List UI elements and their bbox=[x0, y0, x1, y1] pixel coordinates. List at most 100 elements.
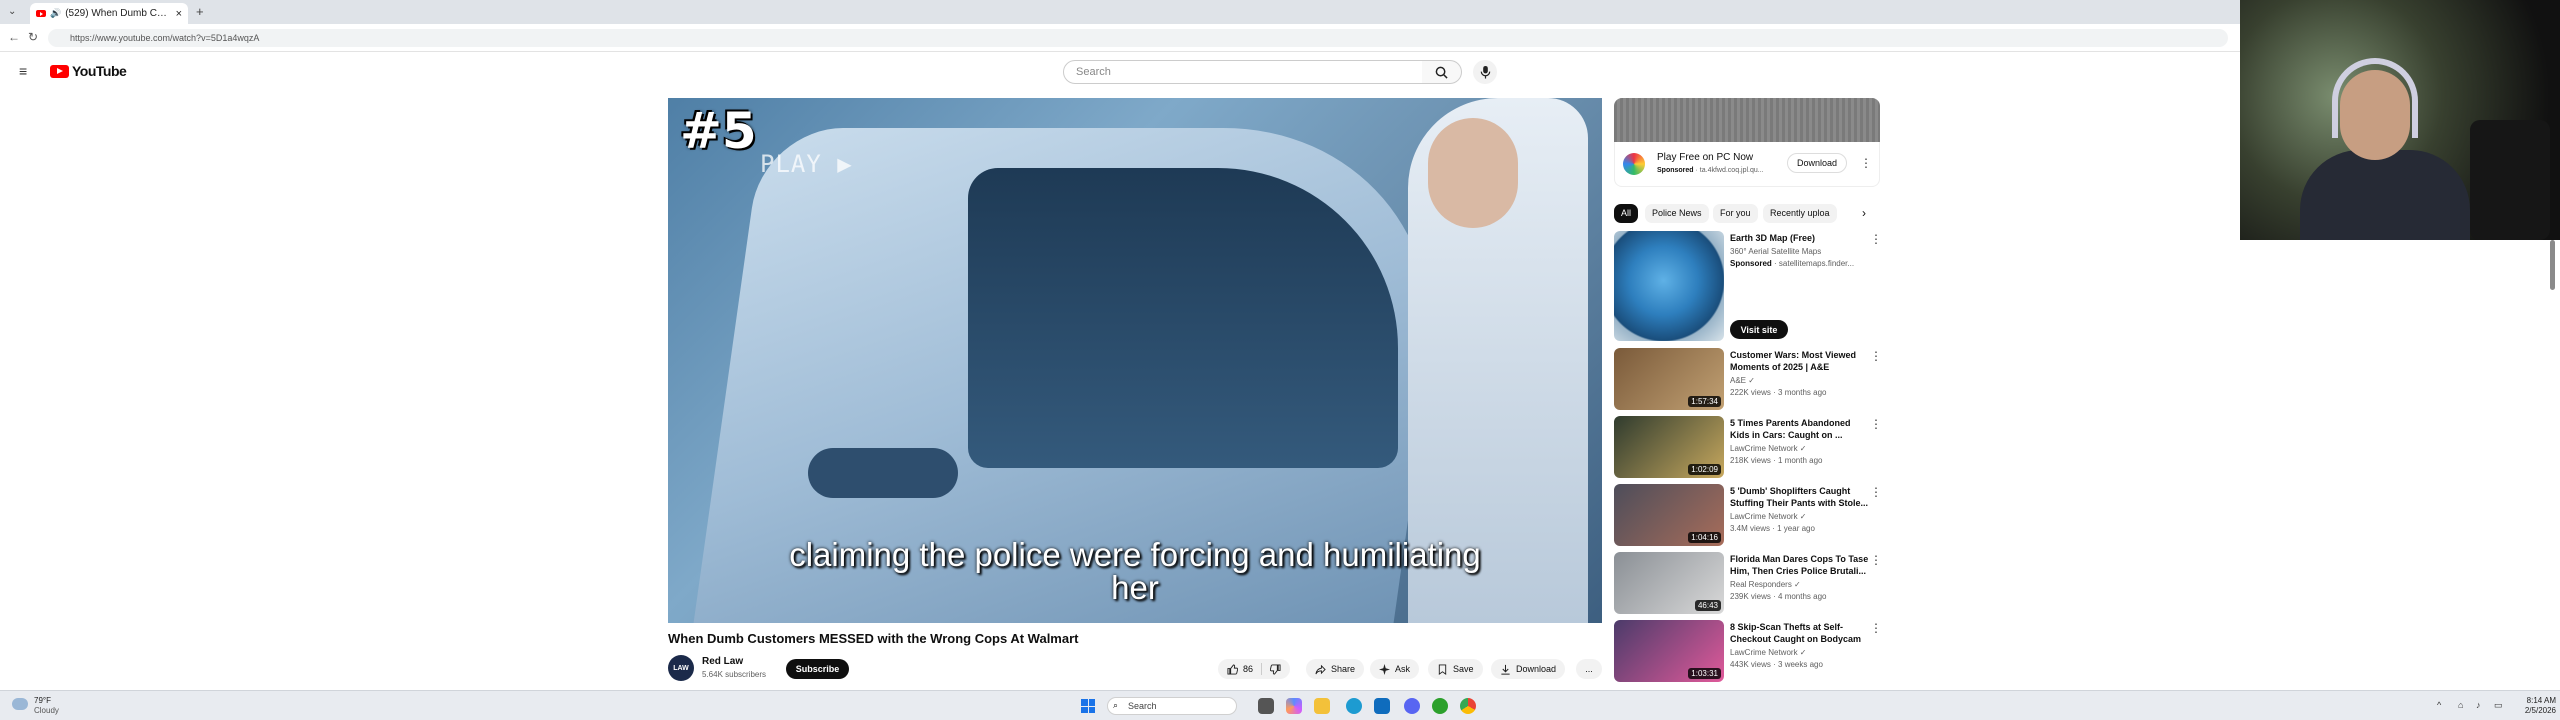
video-title-link[interactable]: Customer Wars: Most Viewed Moments of 20… bbox=[1730, 349, 1870, 373]
ad-app-icon bbox=[1623, 153, 1645, 175]
reload-icon[interactable]: ↻ bbox=[28, 30, 38, 44]
video-more-icon[interactable]: ⋮ bbox=[1870, 486, 1882, 498]
sponsored-recommendation[interactable]: Earth 3D Map (Free) 360° Aerial Satellit… bbox=[1614, 231, 1882, 343]
chip-for-you[interactable]: For you bbox=[1713, 204, 1758, 223]
share-button[interactable]: Share bbox=[1306, 659, 1365, 679]
video-duration: 1:57:34 bbox=[1688, 396, 1721, 407]
video-title-link[interactable]: 8 Skip-Scan Thefts at Self-Checkout Caug… bbox=[1730, 621, 1870, 645]
youtube-logo[interactable]: YouTube bbox=[50, 63, 127, 79]
back-icon[interactable]: ← bbox=[8, 30, 20, 44]
more-actions-button[interactable]: ... bbox=[1576, 659, 1602, 679]
video-more-icon[interactable]: ⋮ bbox=[1870, 622, 1882, 634]
video-title-link[interactable]: 5 Times Parents Abandoned Kids in Cars: … bbox=[1730, 417, 1870, 441]
ad-download-button[interactable]: Download bbox=[1787, 153, 1847, 173]
task-view-icon[interactable] bbox=[1258, 698, 1274, 714]
video-meta: 222K views · 3 months ago bbox=[1730, 388, 1827, 397]
video-title-link[interactable]: 5 'Dumb' Shoplifters Caught Stuffing The… bbox=[1730, 485, 1870, 509]
recommended-video[interactable]: 1:02:09 5 Times Parents Abandoned Kids in… bbox=[1614, 416, 1882, 482]
close-tab-icon[interactable]: × bbox=[176, 8, 182, 20]
video-rank-badge: #5 bbox=[680, 102, 757, 160]
browser-tab-bar: ⌄ 🔊 (529) When Dumb Customers... × + bbox=[0, 0, 2560, 24]
search-button[interactable] bbox=[1422, 60, 1462, 84]
cloud-icon[interactable] bbox=[12, 698, 28, 710]
divider bbox=[1261, 663, 1263, 675]
edge-browser-icon[interactable] bbox=[1346, 698, 1362, 714]
video-frame-window bbox=[968, 168, 1398, 468]
hamburger-menu-icon[interactable]: ≡ bbox=[19, 63, 27, 79]
ask-button[interactable]: Ask bbox=[1370, 659, 1420, 679]
sparkle-icon bbox=[1379, 663, 1390, 675]
recommended-video[interactable]: 1:57:34 Customer Wars: Most Viewed Moment… bbox=[1614, 348, 1882, 414]
like-button[interactable]: 86 bbox=[1218, 659, 1291, 679]
voice-search-button[interactable] bbox=[1473, 60, 1497, 84]
video-meta: 3.4M views · 1 year ago bbox=[1730, 524, 1815, 533]
webcam-chair bbox=[2470, 120, 2550, 240]
search-input[interactable]: Search bbox=[1063, 60, 1423, 84]
battery-icon[interactable]: ▭ bbox=[2494, 700, 2504, 710]
file-explorer-icon[interactable] bbox=[1314, 698, 1330, 714]
video-thumbnail[interactable]: 46:43 bbox=[1614, 552, 1724, 614]
video-more-icon[interactable]: ⋮ bbox=[1870, 554, 1882, 566]
chevron-right-icon[interactable]: › bbox=[1862, 206, 1866, 220]
download-button[interactable]: Download bbox=[1491, 659, 1566, 679]
rec-ad-more-icon[interactable]: ⋮ bbox=[1870, 233, 1882, 245]
caption-line: her bbox=[1111, 569, 1159, 606]
taskbar-search-input[interactable]: Search bbox=[1107, 697, 1237, 715]
ad-more-icon[interactable]: ⋮ bbox=[1860, 157, 1872, 169]
chip-recently-uploaded[interactable]: Recently uploa bbox=[1763, 204, 1837, 223]
channel-avatar[interactable]: LAW bbox=[668, 655, 694, 681]
recommended-video[interactable]: 46:43 Florida Man Dares Cops To Tase Him,… bbox=[1614, 552, 1882, 618]
windows-start-icon[interactable] bbox=[1081, 699, 1095, 713]
video-more-icon[interactable]: ⋮ bbox=[1870, 350, 1882, 362]
video-channel[interactable]: LawCrime Network ✓ bbox=[1730, 444, 1807, 453]
video-channel[interactable]: LawCrime Network ✓ bbox=[1730, 648, 1807, 657]
volume-icon[interactable]: ♪ bbox=[2476, 700, 2486, 710]
subscribe-button[interactable]: Subscribe bbox=[786, 659, 849, 679]
address-bar[interactable]: https://www.youtube.com/watch?v=5D1a4wqz… bbox=[48, 29, 2228, 47]
video-meta: 443K views · 3 weeks ago bbox=[1730, 660, 1823, 669]
clock-time[interactable]: 8:14 AM bbox=[2516, 696, 2556, 705]
chrome-icon[interactable] bbox=[1460, 698, 1476, 714]
video-thumbnail[interactable]: 1:03:31 bbox=[1614, 620, 1724, 682]
thumbs-down-icon[interactable] bbox=[1270, 663, 1281, 675]
copilot-icon[interactable] bbox=[1286, 698, 1302, 714]
rec-ad-domain: · satellitemaps.finder... bbox=[1774, 259, 1855, 268]
xbox-icon[interactable] bbox=[1432, 698, 1448, 714]
recommended-video[interactable]: 1:03:31 8 Skip-Scan Thefts at Self-Checko… bbox=[1614, 620, 1882, 686]
video-thumbnail[interactable]: 1:02:09 bbox=[1614, 416, 1724, 478]
chip-all[interactable]: All bbox=[1614, 204, 1639, 223]
video-channel[interactable]: A&E ✓ bbox=[1730, 376, 1755, 385]
weather-temperature[interactable]: 79°F bbox=[34, 696, 51, 705]
browser-toolbar: ← ↻ https://www.youtube.com/watch?v=5D1a… bbox=[0, 24, 2560, 52]
video-thumbnail[interactable]: 1:04:16 bbox=[1614, 484, 1724, 546]
video-player[interactable]: #5 PLAY ▶ claiming the police were forci… bbox=[668, 98, 1602, 623]
recommended-video[interactable]: 1:04:16 5 'Dumb' Shoplifters Caught Stuff… bbox=[1614, 484, 1882, 550]
speaker-icon[interactable]: 🔊 bbox=[50, 8, 61, 19]
video-channel[interactable]: Real Responders ✓ bbox=[1730, 580, 1801, 589]
ad-title: Play Free on PC Now bbox=[1657, 152, 1754, 163]
video-channel[interactable]: LawCrime Network ✓ bbox=[1730, 512, 1807, 521]
page-scrollbar[interactable] bbox=[2550, 240, 2555, 290]
new-tab-button[interactable]: + bbox=[196, 4, 204, 19]
video-more-icon[interactable]: ⋮ bbox=[1870, 418, 1882, 430]
channel-name[interactable]: Red Law bbox=[702, 656, 743, 667]
ad-banner-image[interactable] bbox=[1614, 98, 1880, 142]
store-icon[interactable] bbox=[1374, 698, 1390, 714]
weather-condition[interactable]: Cloudy bbox=[34, 706, 59, 715]
tab-list-icon[interactable]: ⌄ bbox=[8, 6, 16, 17]
visit-site-button[interactable]: Visit site bbox=[1730, 320, 1788, 339]
discord-icon[interactable] bbox=[1404, 698, 1420, 714]
share-icon bbox=[1315, 664, 1326, 674]
video-title-link[interactable]: Florida Man Dares Cops To Tase Him, Then… bbox=[1730, 553, 1870, 577]
download-icon bbox=[1501, 664, 1510, 675]
chevron-up-icon[interactable]: ^ bbox=[2437, 700, 2447, 710]
network-icon[interactable]: ⌂ bbox=[2458, 700, 2468, 710]
clock-date[interactable]: 2/5/2026 bbox=[2516, 706, 2556, 715]
video-thumbnail[interactable]: 1:57:34 bbox=[1614, 348, 1724, 410]
webcam-overlay bbox=[2240, 0, 2560, 240]
save-label: Save bbox=[1453, 664, 1474, 674]
ad-info-row[interactable]: Play Free on PC Now Sponsored · ta.4kfwd… bbox=[1614, 142, 1880, 187]
browser-tab-active[interactable]: 🔊 (529) When Dumb Customers... × bbox=[30, 3, 188, 24]
save-button[interactable]: Save bbox=[1428, 659, 1483, 679]
chip-police-news[interactable]: Police News bbox=[1645, 204, 1709, 223]
